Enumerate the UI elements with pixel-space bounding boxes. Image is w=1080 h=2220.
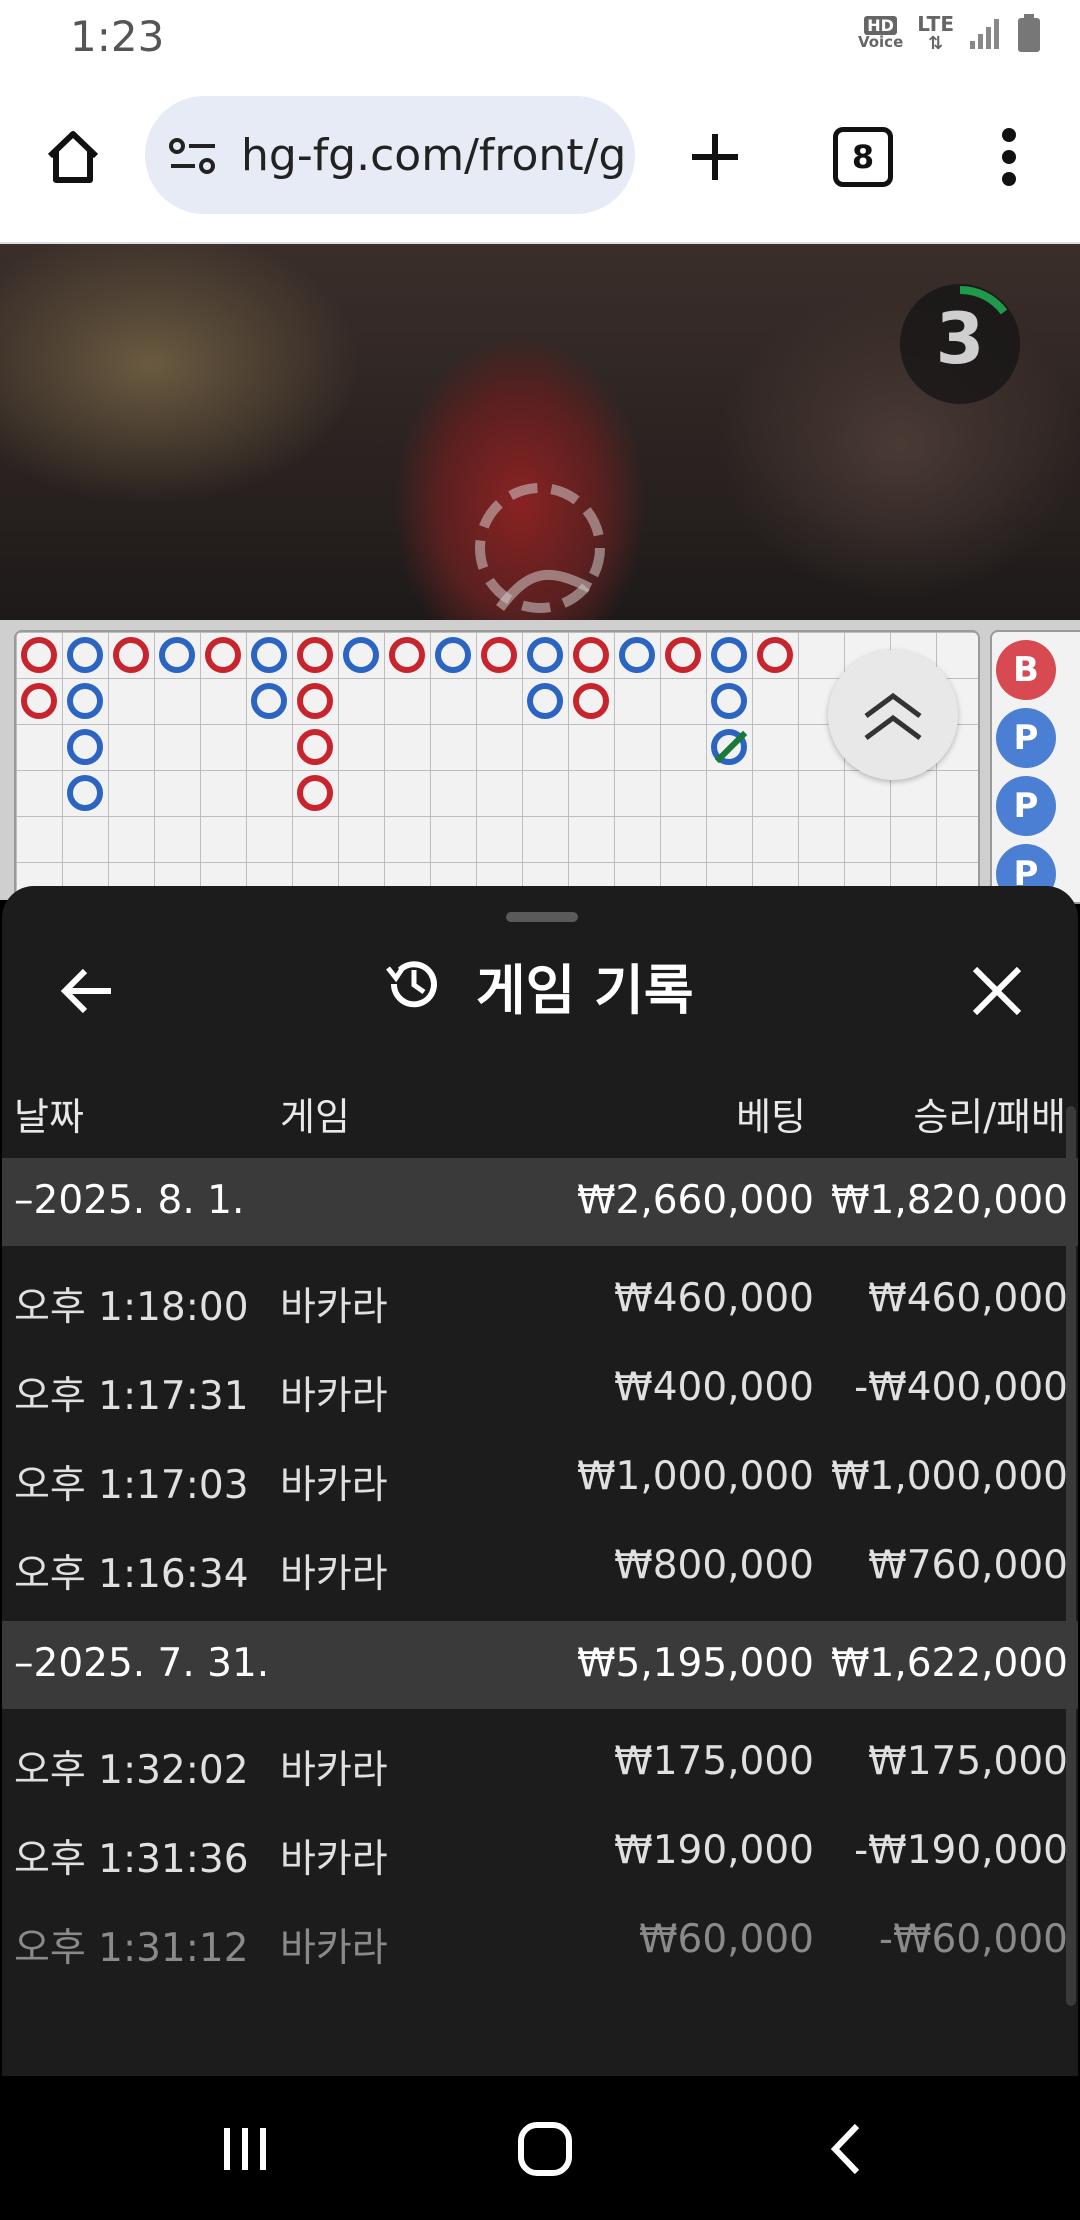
- player-marker: [159, 637, 195, 673]
- player-marker: [619, 637, 655, 673]
- chevron-left-icon: [830, 2123, 860, 2175]
- address-bar[interactable]: hg-fg.com/front/g: [145, 96, 635, 214]
- new-tab-button[interactable]: [670, 112, 760, 202]
- player-marker: [67, 729, 103, 765]
- history-row[interactable]: 오후 1:18:00 바카라 ₩460,000 ₩460,000: [2, 1256, 1078, 1344]
- plus-icon: [692, 134, 738, 180]
- browser-toolbar: hg-fg.com/front/g 8: [0, 72, 1080, 244]
- big-road-grid: [14, 630, 980, 904]
- banker-marker: [297, 637, 333, 673]
- banker-marker: [573, 683, 609, 719]
- home-button[interactable]: [30, 114, 116, 200]
- banker-marker: [757, 637, 793, 673]
- player-marker: [711, 637, 747, 673]
- history-row[interactable]: 오후 1:31:36 바카라 ₩190,000 -₩190,000: [2, 1808, 1078, 1896]
- player-marker: [435, 637, 471, 673]
- date-group-header[interactable]: –2025. 8. 1. ₩2,660,000 ₩1,820,000: [2, 1158, 1078, 1246]
- tab-count-badge: 8: [833, 127, 893, 187]
- tab-switcher-button[interactable]: 8: [818, 112, 908, 202]
- history-row[interactable]: 오후 1:16:34 바카라 ₩800,000 ₩760,000: [2, 1523, 1078, 1611]
- banker-marker: [21, 637, 57, 673]
- banker-marker: [389, 637, 425, 673]
- player-marker: [251, 637, 287, 673]
- signal-icon: [970, 19, 999, 49]
- countdown-number: 3: [935, 298, 985, 380]
- column-header-bet: 베팅: [736, 1095, 806, 1139]
- player-marker: [527, 683, 563, 719]
- player-marker: [343, 637, 379, 673]
- arrow-left-icon: [60, 968, 111, 1014]
- home-circle-icon: [518, 2122, 572, 2176]
- bead-player: P: [996, 708, 1056, 768]
- system-nav-bar: [0, 2076, 1080, 2220]
- chevron-up-double-icon: [864, 692, 922, 741]
- banker-marker: [573, 637, 609, 673]
- game-history-sheet: 게임 기록 날짜 게임 베팅 승리/패배 –2025. 8. 1. ₩2,660…: [2, 886, 1078, 2076]
- player-marker: [67, 637, 103, 673]
- banker-marker: [113, 637, 149, 673]
- player-marker: [251, 683, 287, 719]
- bead-player: P: [996, 776, 1056, 836]
- status-bar: 1:23 HD Voice LTE ⇅: [0, 0, 1080, 72]
- road-map[interactable]: B P P P: [0, 620, 1080, 904]
- sheet-title: 게임 기록: [476, 959, 694, 1022]
- loading-spinner-icon: [475, 483, 605, 613]
- collapse-button[interactable]: [828, 650, 958, 780]
- live-video[interactable]: 3: [0, 244, 1080, 620]
- player-marker: [527, 637, 563, 673]
- bead-plate: B P P P: [990, 630, 1080, 904]
- history-row[interactable]: 오후 1:17:03 바카라 ₩1,000,000 ₩1,000,000: [2, 1434, 1078, 1522]
- sheet-drag-handle[interactable]: [506, 912, 578, 922]
- close-icon: [972, 966, 1022, 1016]
- player-marker: [711, 683, 747, 719]
- back-nav-button[interactable]: [800, 2106, 890, 2192]
- column-header-date: 날짜: [14, 1095, 84, 1139]
- scrollbar[interactable]: [1066, 1106, 1076, 2006]
- banker-marker: [297, 775, 333, 811]
- history-icon: [386, 961, 437, 1008]
- column-header-winloss: 승리/패배: [913, 1095, 1066, 1139]
- banker-marker: [205, 637, 241, 673]
- close-button[interactable]: [952, 946, 1042, 1036]
- back-button[interactable]: [42, 946, 132, 1036]
- banker-marker: [21, 683, 57, 719]
- more-vert-icon: [1002, 128, 1016, 186]
- bead-banker: B: [996, 640, 1056, 700]
- url-text: hg-fg.com/front/g: [241, 130, 627, 181]
- player-marker: [67, 683, 103, 719]
- home-nav-button[interactable]: [500, 2106, 590, 2192]
- history-row[interactable]: 오후 1:32:02 바카라 ₩175,000 ₩175,000: [2, 1719, 1078, 1807]
- player-marker: [67, 775, 103, 811]
- site-settings-icon: [169, 138, 215, 174]
- date-group-header[interactable]: –2025. 7. 31. ₩5,195,000 ₩1,622,000: [2, 1621, 1078, 1709]
- banker-marker: [297, 729, 333, 765]
- hd-voice-icon: HD Voice: [857, 16, 904, 51]
- status-time: 1:23: [70, 12, 165, 61]
- banker-marker: [297, 683, 333, 719]
- lte-icon: LTE ⇅: [917, 12, 954, 54]
- home-icon: [47, 131, 99, 183]
- column-header-game: 게임: [280, 1095, 350, 1139]
- battery-icon: [1018, 14, 1040, 52]
- more-menu-button[interactable]: [964, 112, 1054, 202]
- history-row[interactable]: 오후 1:31:12 바카라 ₩60,000 -₩60,000: [2, 1897, 1078, 1985]
- recents-button[interactable]: [200, 2106, 290, 2192]
- countdown-timer: 3: [900, 284, 1020, 404]
- status-icons: HD Voice LTE ⇅: [858, 14, 1042, 54]
- banker-marker: [481, 637, 517, 673]
- history-row[interactable]: 오후 1:17:31 바카라 ₩400,000 -₩400,000: [2, 1345, 1078, 1433]
- banker-marker: [665, 637, 701, 673]
- recents-icon: [224, 2128, 266, 2170]
